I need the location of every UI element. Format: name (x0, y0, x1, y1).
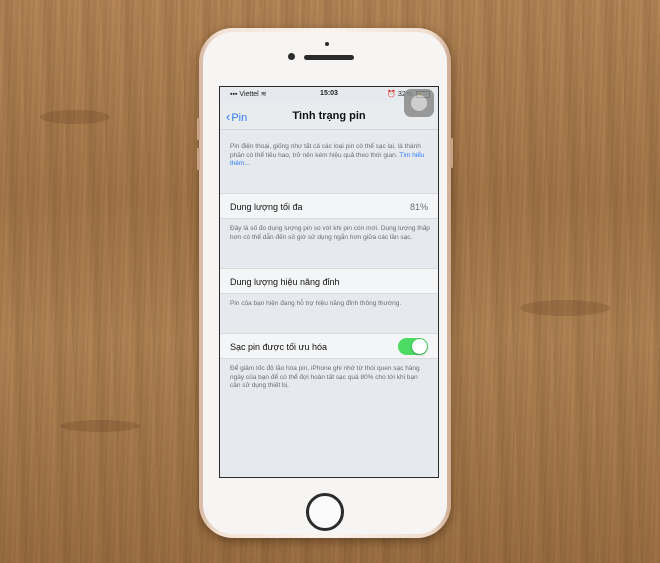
phone-screen: ▪▪▪ Viettel ≋ 15:03 ⏰ 32% ‹Pin Tình trạn… (219, 86, 439, 478)
front-camera-icon (288, 53, 295, 60)
sensor-icon (325, 42, 329, 46)
wood-knot (60, 420, 140, 432)
max-capacity-value: 81% (409, 202, 428, 212)
peak-performance-footnote: Pin của bạn hiện đang hỗ trợ hiệu năng đ… (230, 300, 402, 307)
max-capacity-row: Dung lượng tối đa 81% (220, 193, 438, 219)
home-button[interactable] (306, 493, 344, 531)
alarm-icon: ⏰ (387, 91, 397, 98)
optimized-charging-footnote: Để giảm tốc độ lão hóa pin, iPhone ghi n… (230, 365, 420, 389)
max-capacity-label: Dung lượng tối đa (230, 202, 303, 212)
optimized-charging-row: Sạc pin được tối ưu hóa (220, 333, 438, 359)
peak-performance-label: Dung lượng hiệu năng đỉnh (230, 277, 340, 287)
volume-button (197, 148, 200, 170)
intro-text: Pin điện thoại, giống như tất cả các loạ… (230, 143, 425, 167)
peak-performance-row: Dung lượng hiệu năng đỉnh (220, 268, 438, 294)
wood-knot (40, 110, 110, 124)
optimized-charging-toggle[interactable] (398, 338, 428, 355)
wood-knot (520, 300, 610, 316)
assistive-touch-button[interactable] (404, 89, 434, 117)
max-capacity-footnote: Đây là số đo dung lượng pin so với khi p… (230, 225, 430, 241)
phone-front-panel: ▪▪▪ Viettel ≋ 15:03 ⏰ 32% ‹Pin Tình trạn… (203, 32, 447, 534)
power-button (450, 138, 453, 168)
earpiece-speaker (304, 55, 354, 60)
optimized-charging-label: Sạc pin được tối ưu hóa (230, 342, 328, 352)
iphone-device: ▪▪▪ Viettel ≋ 15:03 ⏰ 32% ‹Pin Tình trạn… (197, 28, 453, 538)
volume-button (197, 118, 200, 140)
